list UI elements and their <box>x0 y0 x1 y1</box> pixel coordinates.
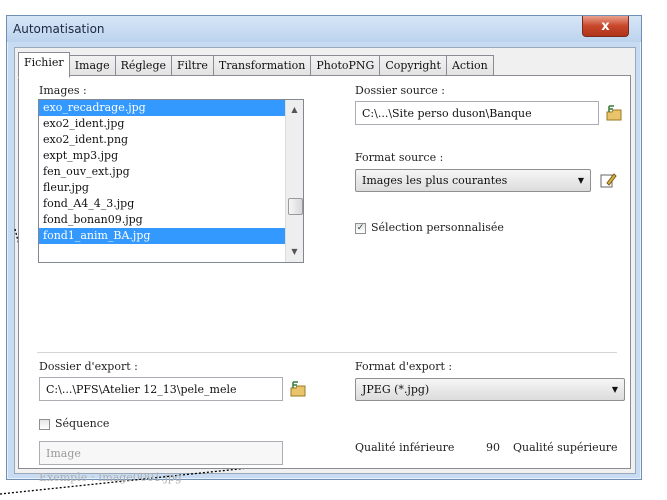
list-item[interactable]: fleur.jpg <box>39 180 287 196</box>
title-bar[interactable]: Automatisation x <box>7 16 641 42</box>
custom-selection-checkbox[interactable]: ✓ <box>355 223 366 234</box>
sequence-label: Séquence <box>55 417 110 430</box>
scroll-thumb[interactable] <box>288 198 303 215</box>
section-divider <box>37 352 617 353</box>
list-item[interactable]: fond_bonan09.jpg <box>39 212 287 228</box>
tab-filtre[interactable]: Filtre <box>171 55 214 77</box>
list-item[interactable]: fond_A4_4_3.jpg <box>39 196 287 212</box>
automation-dialog: Automatisation x Fichier Image Réglege F… <box>6 15 642 484</box>
sequence-checkbox[interactable] <box>39 419 50 430</box>
scroll-up-icon[interactable]: ▲ <box>289 104 300 115</box>
source-format-label: Format source : <box>355 151 444 164</box>
source-format-value: Images les plus courantes <box>362 174 508 187</box>
source-folder-field[interactable]: C:\...\Site perso duson\Banque <box>355 101 599 125</box>
list-scrollbar[interactable]: ▲ ▼ <box>285 100 303 262</box>
window-title: Automatisation <box>13 22 105 36</box>
custom-selection-label: Sélection personnalisée <box>371 221 504 234</box>
browse-export-folder-icon[interactable] <box>289 380 307 398</box>
dialog-client-area: Fichier Image Réglege Filtre Transformat… <box>14 47 636 484</box>
quality-high-label: Qualité supérieure <box>513 441 618 454</box>
tab-copyright[interactable]: Copyright <box>379 55 447 77</box>
export-format-select[interactable]: JPEG (*.jpg) ▼ <box>355 378 625 401</box>
tab-image[interactable]: Image <box>68 55 116 77</box>
export-folder-field[interactable]: C:\...\PFS\Atelier 12_13\pele_mele <box>39 377 283 401</box>
export-folder-label: Dossier d'export : <box>39 360 138 373</box>
chevron-down-icon: ▼ <box>577 176 584 185</box>
list-item[interactable]: exo2_ident.png <box>39 132 287 148</box>
list-item[interactable]: exo_recadrage.jpg <box>39 100 287 116</box>
sequence-name-field[interactable]: Image <box>39 441 283 465</box>
list-item[interactable]: fond1_anim_BA.jpg <box>39 228 287 244</box>
chevron-down-icon: ▼ <box>611 385 618 394</box>
source-folder-label: Dossier source : <box>355 84 445 97</box>
quality-low-label: Qualité inférieure <box>355 441 455 454</box>
tab-strip: Fichier Image Réglege Filtre Transformat… <box>18 52 494 78</box>
source-format-select[interactable]: Images les plus courantes ▼ <box>355 169 591 192</box>
export-format-value: JPEG (*.jpg) <box>362 383 430 396</box>
tab-transformation[interactable]: Transformation <box>212 55 312 77</box>
quality-value: 90 <box>486 441 500 454</box>
tab-action[interactable]: Action <box>445 55 494 77</box>
images-label: Images : <box>39 84 87 97</box>
cropped-header-text <box>0 0 667 6</box>
list-item[interactable]: expt_mp3.jpg <box>39 148 287 164</box>
tab-fichier[interactable]: Fichier <box>18 52 70 78</box>
close-button[interactable]: x <box>582 16 629 37</box>
list-item[interactable]: exo2_ident.jpg <box>39 116 287 132</box>
tab-photopng[interactable]: PhotoPNG <box>310 55 381 77</box>
tab-reglege[interactable]: Réglege <box>114 55 172 77</box>
images-listbox[interactable]: exo_recadrage.jpg exo2_ident.jpg exo2_id… <box>38 99 304 263</box>
export-format-label: Format d'export : <box>355 360 453 373</box>
sequence-example-text: Exemple : Image0001.jpg <box>39 471 182 484</box>
list-item[interactable]: fen_ouv_ext.jpg <box>39 164 287 180</box>
close-icon: x <box>601 18 610 34</box>
browse-folder-icon[interactable] <box>605 104 623 122</box>
tab-panel-fichier: Images : exo_recadrage.jpg exo2_ident.jp… <box>18 75 631 484</box>
edit-format-icon[interactable] <box>599 171 617 189</box>
scroll-down-icon[interactable]: ▼ <box>289 246 300 257</box>
